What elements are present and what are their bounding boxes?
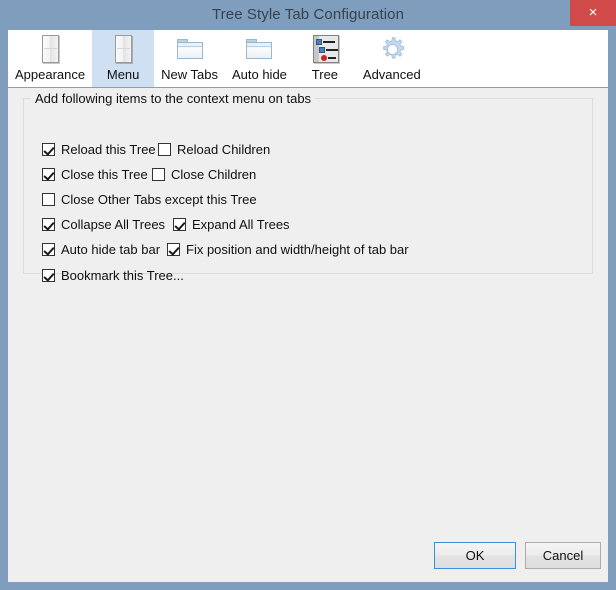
- client-area: Appearance Menu New Tabs Auto hide Tree Advan…: [8, 30, 608, 582]
- checkbox-label: Collapse All Trees: [61, 217, 166, 232]
- checkmark-icon[interactable]: [42, 168, 55, 181]
- checkbox-close-children[interactable]: Close Children: [152, 167, 256, 182]
- tree-list-icon-wrap: [309, 33, 341, 65]
- tab-label: Auto hide: [231, 67, 287, 82]
- tree-list-icon: [312, 35, 339, 63]
- folder-icon: [176, 39, 203, 59]
- panel-icon: [42, 35, 60, 63]
- tab-menu[interactable]: Menu: [92, 30, 155, 87]
- checkbox-label: Reload Children: [177, 142, 271, 157]
- tab-label: New Tabs: [161, 67, 218, 82]
- checkmark-icon[interactable]: [173, 218, 186, 231]
- checkbox-bookmark-this-tree[interactable]: Bookmark this Tree...: [42, 268, 184, 283]
- checkmark-icon[interactable]: [167, 243, 180, 256]
- checkbox-label: Close this Tree: [61, 167, 148, 182]
- tab-strip: Appearance Menu New Tabs Auto hide Tree Advan…: [8, 30, 608, 88]
- tab-auto-hide[interactable]: Auto hide: [225, 30, 294, 87]
- checkmark-icon[interactable]: [42, 243, 55, 256]
- folder-icon: [246, 39, 273, 59]
- tab-label: Tree: [311, 67, 339, 82]
- checkbox-auto-hide-tab-bar[interactable]: Auto hide tab bar: [42, 242, 160, 257]
- checkbox-fix-position-and-width-height-of-tab-bar[interactable]: Fix position and width/height of tab bar: [167, 242, 409, 257]
- checkbox-label: Fix position and width/height of tab bar: [186, 242, 409, 257]
- gear-icon-wrap: [376, 33, 408, 65]
- checkbox-close-this-tree[interactable]: Close this Tree: [42, 167, 148, 182]
- checkbox-collapse-all-trees[interactable]: Collapse All Trees: [42, 217, 165, 232]
- gear-icon: [379, 36, 406, 63]
- dialog-window: Tree Style Tab Configuration × Appearanc…: [0, 0, 616, 590]
- checkbox-label: Bookmark this Tree...: [61, 268, 184, 283]
- folder-icon-wrap: [243, 33, 275, 65]
- checkbox-label: Close Other Tabs except this Tree: [61, 192, 257, 207]
- panel-icon-wrap: [34, 33, 66, 65]
- checkbox-empty-icon[interactable]: [158, 143, 171, 156]
- checkmark-icon[interactable]: [42, 218, 55, 231]
- panel-icon: [115, 35, 133, 63]
- checkbox-expand-all-trees[interactable]: Expand All Trees: [173, 217, 290, 232]
- checkbox-label: Reload this Tree: [61, 142, 156, 157]
- checkbox-reload-children[interactable]: Reload Children: [158, 142, 270, 157]
- tab-label: Appearance: [15, 67, 86, 82]
- checkbox-list: Reload this Tree Reload Children Close thi…: [23, 116, 593, 283]
- checkbox-label: Expand All Trees: [192, 217, 290, 232]
- checkbox-empty-icon[interactable]: [152, 168, 165, 181]
- checkmark-icon[interactable]: [42, 143, 55, 156]
- checkbox-label: Close Children: [171, 167, 257, 182]
- checkbox-close-other-tabs-except-this-tree[interactable]: Close Other Tabs except this Tree: [42, 192, 257, 207]
- ok-button[interactable]: OK: [434, 542, 516, 569]
- window-title: Tree Style Tab Configuration: [211, 6, 405, 23]
- title-bar: Tree Style Tab Configuration ×: [0, 0, 616, 30]
- panel-icon-wrap: [107, 33, 139, 65]
- tab-label: Menu: [106, 67, 140, 82]
- cancel-button[interactable]: Cancel: [525, 542, 601, 569]
- checkbox-reload-this-tree[interactable]: Reload this Tree: [42, 142, 156, 157]
- tab-appearance[interactable]: Appearance: [8, 30, 92, 87]
- checkbox-empty-icon[interactable]: [42, 193, 55, 206]
- tab-tree[interactable]: Tree: [294, 30, 356, 87]
- tab-new-tabs[interactable]: New Tabs: [154, 30, 225, 87]
- checkmark-icon[interactable]: [42, 269, 55, 282]
- close-icon: ×: [588, 4, 598, 21]
- tab-label: Advanced: [362, 67, 421, 82]
- groupbox-title: Add following items to the context menu …: [31, 91, 316, 106]
- close-button[interactable]: ×: [570, 0, 616, 26]
- checkbox-label: Auto hide tab bar: [61, 242, 161, 257]
- tab-advanced[interactable]: Advanced: [356, 30, 428, 87]
- folder-icon-wrap: [174, 33, 206, 65]
